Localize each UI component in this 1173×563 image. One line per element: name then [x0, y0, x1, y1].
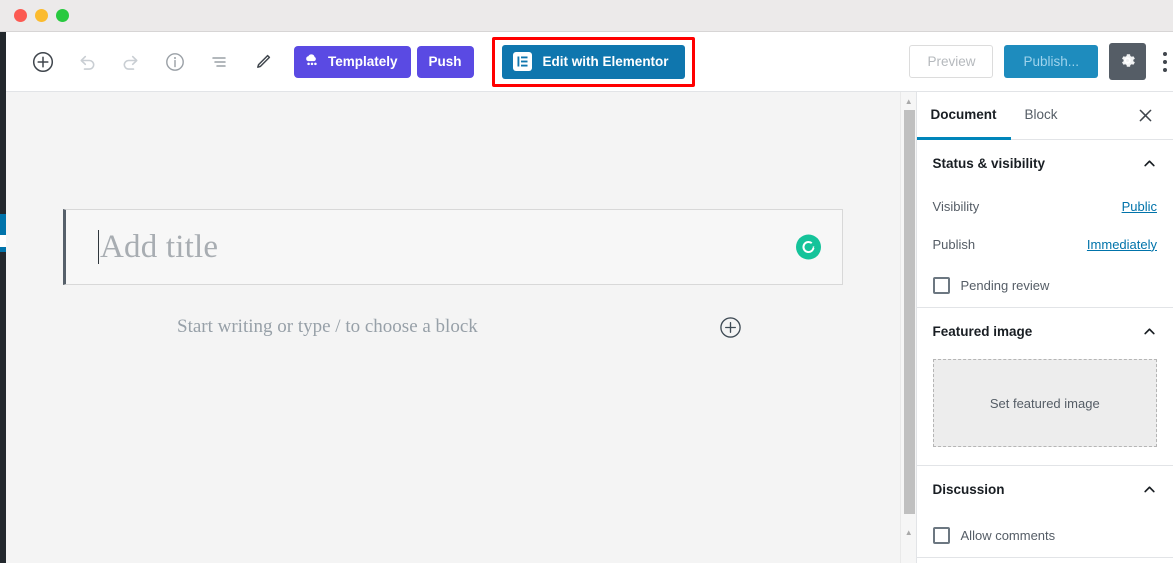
- tab-document[interactable]: Document: [916, 93, 1011, 140]
- panel-discussion-header[interactable]: Discussion: [933, 466, 1157, 513]
- allow-comments-checkbox[interactable]: [932, 526, 950, 544]
- wp-admin-menu-edge: [0, 32, 6, 563]
- gear-icon: [1118, 51, 1137, 73]
- row-allow-comments: Allow comments: [932, 513, 1157, 557]
- chevron-up-icon: [1142, 482, 1157, 497]
- wp-admin-active-item-arrow: [0, 235, 6, 247]
- publish-button[interactable]: Publish...: [1004, 45, 1098, 78]
- editor-canvas[interactable]: Add title Start writing or type / to cho…: [6, 92, 900, 563]
- push-button-label: Push: [428, 54, 462, 69]
- elementor-panel-icon: [512, 52, 532, 71]
- push-button[interactable]: Push: [416, 45, 474, 78]
- gutenberg-editor: Templately Push Edit with Elementor Prev…: [6, 32, 1173, 563]
- row-pending-review: Pending review: [932, 263, 1157, 307]
- kebab-dot: [1163, 59, 1167, 64]
- paragraph-placeholder: Start writing or type / to choose a bloc…: [177, 316, 478, 337]
- row-publish: Publish Immediately: [933, 225, 1157, 263]
- chevron-up-icon: [1142, 156, 1157, 171]
- visibility-value-link[interactable]: Public: [1122, 199, 1157, 214]
- templately-cloud-icon: [303, 51, 321, 72]
- pending-review-label: Pending review: [960, 277, 1050, 293]
- undo-icon[interactable]: [72, 47, 102, 77]
- tab-block-label: Block: [1024, 107, 1058, 122]
- templately-button-label: Templately: [328, 54, 398, 69]
- edit-with-elementor-label: Edit with Elementor: [542, 54, 669, 69]
- settings-button[interactable]: [1109, 43, 1146, 80]
- preview-button-label: Preview: [927, 54, 976, 69]
- traffic-lights: [14, 9, 69, 22]
- panel-discussion: Discussion Allow comments: [916, 466, 1173, 558]
- panel-status-visibility-header[interactable]: Status & visibility: [933, 140, 1157, 187]
- edit-with-elementor-button[interactable]: Edit with Elementor: [501, 44, 685, 79]
- panel-status-visibility: Status & visibility Visibility Public Pu…: [916, 140, 1173, 308]
- panel-featured-image-title: Featured image: [932, 324, 1033, 339]
- redo-icon[interactable]: [116, 47, 146, 77]
- scroll-up-arrow-icon[interactable]: ▲: [901, 94, 917, 108]
- scroll-down-arrow-icon[interactable]: ▲: [901, 525, 917, 539]
- more-options-icon[interactable]: [1157, 43, 1173, 80]
- content-info-icon[interactable]: [160, 47, 190, 77]
- publish-button-label: Publish...: [1023, 54, 1079, 69]
- templately-button[interactable]: Templately: [294, 45, 411, 78]
- editor-body: Add title Start writing or type / to cho…: [6, 92, 1173, 563]
- scrollbar-thumb[interactable]: [903, 110, 915, 514]
- allow-comments-label: Allow comments: [960, 527, 1056, 543]
- add-block-icon[interactable]: [28, 47, 58, 77]
- pending-review-checkbox[interactable]: [932, 276, 950, 294]
- canvas-scrollbar[interactable]: ▲ ▲: [899, 92, 917, 563]
- preview-button[interactable]: Preview: [909, 45, 994, 78]
- kebab-dot: [1163, 67, 1167, 72]
- chevron-up-icon: [1142, 324, 1157, 339]
- grammarly-icon[interactable]: [796, 234, 821, 260]
- settings-sidebar: Document Block Status & visibility Visib…: [915, 92, 1173, 563]
- set-featured-image-dropzone[interactable]: Set featured image: [932, 359, 1157, 447]
- set-featured-image-label: Set featured image: [989, 395, 1100, 411]
- minimize-window-button[interactable]: [35, 9, 48, 22]
- panel-discussion-title: Discussion: [932, 482, 1005, 497]
- post-title-field[interactable]: Add title: [63, 209, 843, 285]
- tab-block[interactable]: Block: [1011, 93, 1072, 140]
- panel-status-visibility-title: Status & visibility: [932, 156, 1046, 171]
- inserter-plus-icon[interactable]: [717, 314, 743, 340]
- close-window-button[interactable]: [14, 9, 27, 22]
- visibility-label: Visibility: [932, 198, 980, 214]
- sidebar-tabs: Document Block: [916, 92, 1173, 140]
- panel-featured-image-header[interactable]: Featured image: [933, 308, 1157, 355]
- close-icon[interactable]: [1132, 103, 1158, 129]
- default-paragraph-block[interactable]: Start writing or type / to choose a bloc…: [177, 314, 743, 340]
- maximize-window-button[interactable]: [56, 9, 69, 22]
- publish-label: Publish: [932, 236, 976, 252]
- row-visibility: Visibility Public: [933, 187, 1157, 225]
- tab-document-label: Document: [930, 107, 997, 122]
- post-title-placeholder: Add title: [100, 228, 219, 265]
- block-navigation-icon[interactable]: [204, 47, 234, 77]
- text-cursor: [98, 230, 99, 264]
- elementor-highlight-box: Edit with Elementor: [491, 36, 695, 87]
- kebab-dot: [1163, 51, 1167, 56]
- toolbar-icon-group: [28, 47, 278, 77]
- panel-featured-image: Featured image Set featured image: [916, 308, 1173, 466]
- editor-toolbar: Templately Push Edit with Elementor Prev…: [6, 32, 1173, 92]
- publish-value-link[interactable]: Immediately: [1087, 237, 1157, 252]
- toolbar-right-group: Preview Publish...: [909, 43, 1173, 80]
- edit-pencil-icon[interactable]: [248, 47, 278, 77]
- plugin-button-group: Templately Push: [294, 45, 474, 78]
- window-titlebar: [0, 0, 1173, 32]
